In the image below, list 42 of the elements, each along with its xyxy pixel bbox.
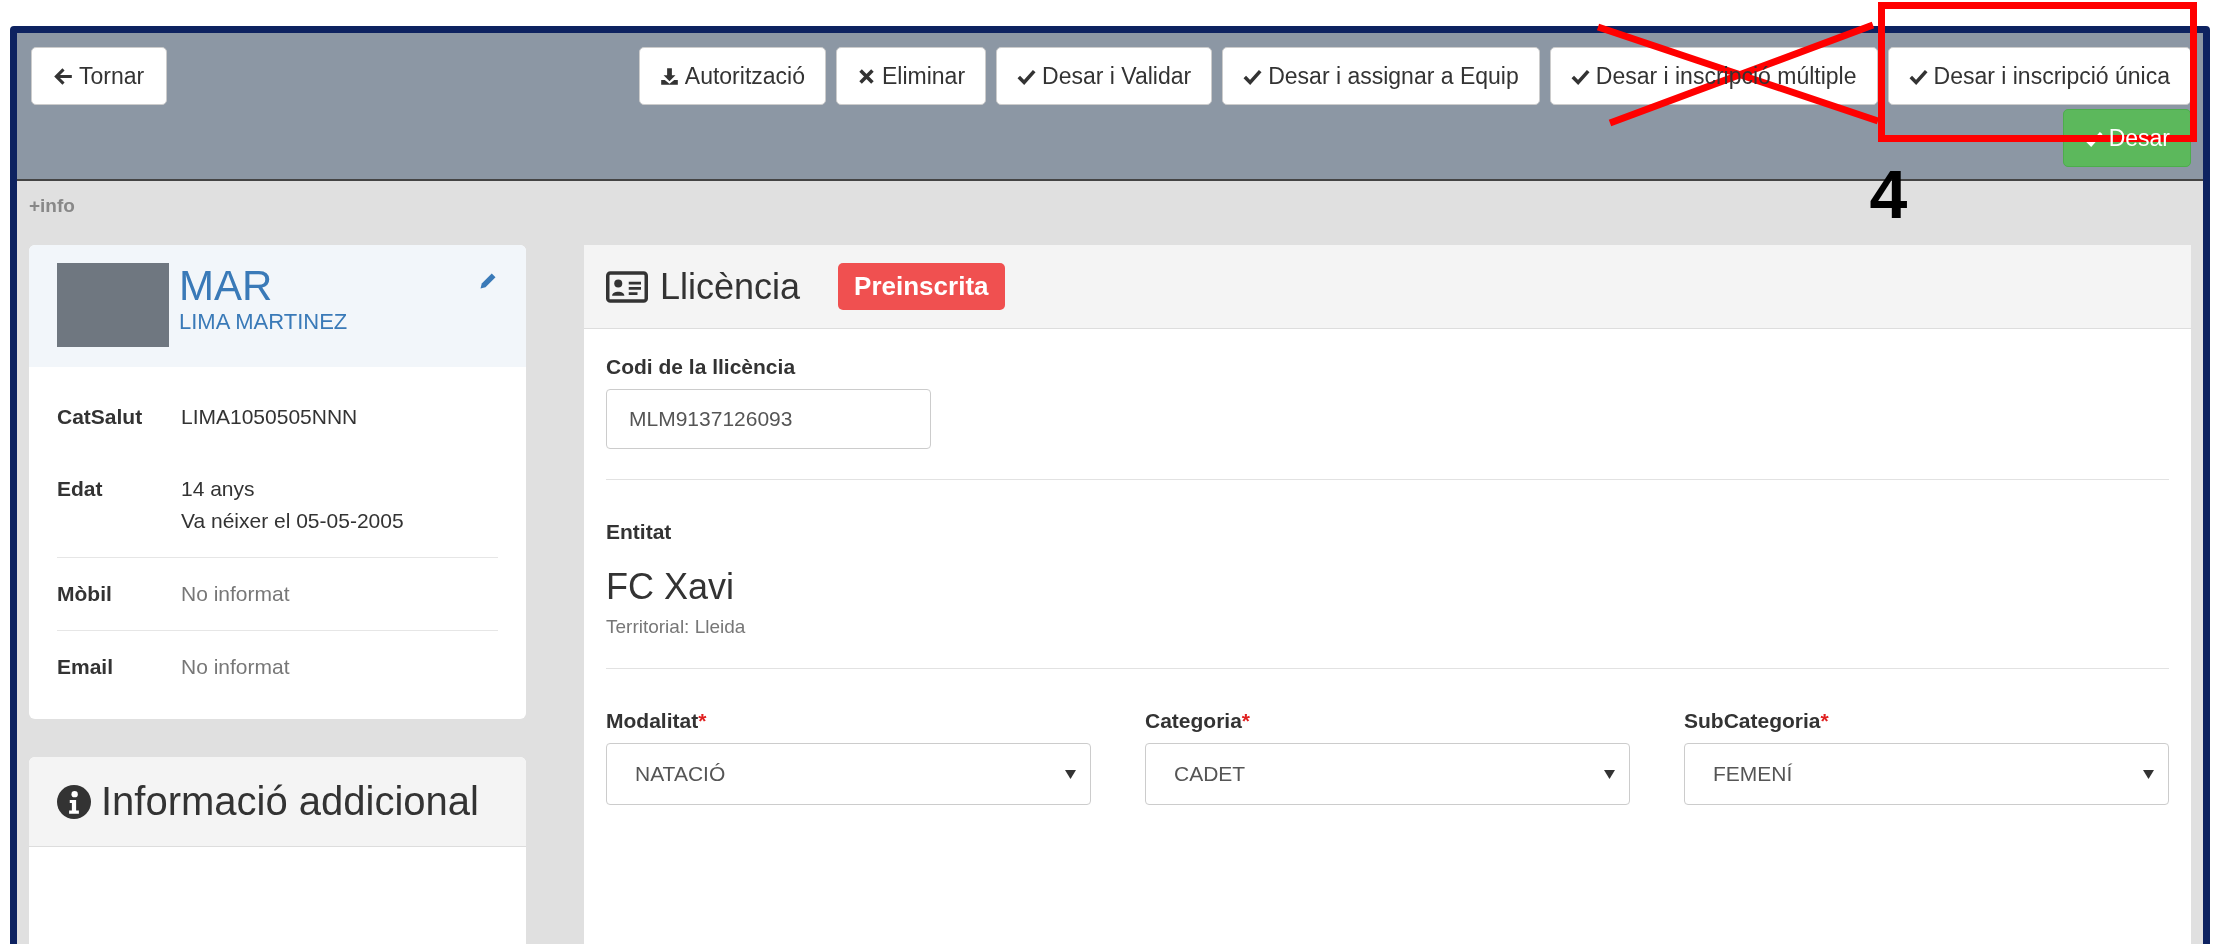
field-value: LIMA1050505NNN	[181, 405, 358, 429]
id-card-icon	[606, 270, 648, 303]
download-icon	[659, 66, 679, 86]
toolbar-button[interactable]: Eliminar	[835, 47, 987, 105]
field-label: Email	[57, 655, 115, 679]
field-value: No informat	[181, 582, 290, 606]
field-label: Codi de la llicència	[606, 355, 797, 379]
section-title: Llicència	[660, 265, 801, 308]
entity-territory: Territorial: Lleida	[606, 616, 747, 638]
toolbar-button[interactable]: Desar i Validar	[996, 47, 1213, 105]
dropdown[interactable]: FEMENÍ	[1684, 743, 2169, 805]
pencil-icon[interactable]	[478, 271, 498, 291]
required-mark: *	[1820, 709, 1829, 733]
field-value: No informat	[181, 655, 290, 679]
field-label: Entitat	[606, 520, 673, 544]
required-mark: *	[698, 709, 707, 733]
section-title: Informació addicional	[101, 779, 479, 824]
field-label: Modalitat	[606, 709, 699, 733]
field-label: Categoria	[1145, 709, 1242, 733]
toolbar-button[interactable]: Desar i inscripció única	[1887, 47, 2191, 105]
field-label: SubCategoria	[1684, 709, 1821, 733]
toolbar-button[interactable]: Desar i assignar a Equip	[1222, 47, 1540, 105]
required-mark: *	[1241, 709, 1251, 733]
caret-icon	[1065, 769, 1076, 779]
field-value: Va néixer el 05-05-2005	[181, 509, 404, 533]
license-code-field[interactable]: MLM9137126093	[606, 389, 931, 449]
field-value: 14 anys	[181, 477, 256, 501]
last-name: LIMA MARTINEZ	[179, 309, 349, 335]
toolbar-button[interactable]: Autorització	[638, 47, 826, 105]
caret-icon	[2143, 769, 2154, 779]
field-label: Mòbil	[57, 582, 113, 606]
dropdown[interactable]: CADET	[1145, 743, 1630, 805]
field-label: Edat	[57, 477, 104, 502]
entity-name: FC Xavi	[606, 566, 736, 608]
info-icon	[57, 784, 91, 819]
field-label: CatSalut	[57, 405, 144, 429]
arrow-left-icon	[54, 66, 73, 86]
first-name: MAR	[179, 263, 274, 309]
back-button[interactable]: Tornar	[31, 47, 168, 105]
status-badge: Preinscrita	[838, 263, 1005, 310]
caret-icon	[1604, 769, 1615, 779]
dropdown[interactable]: NATACIÓ	[606, 743, 1091, 805]
